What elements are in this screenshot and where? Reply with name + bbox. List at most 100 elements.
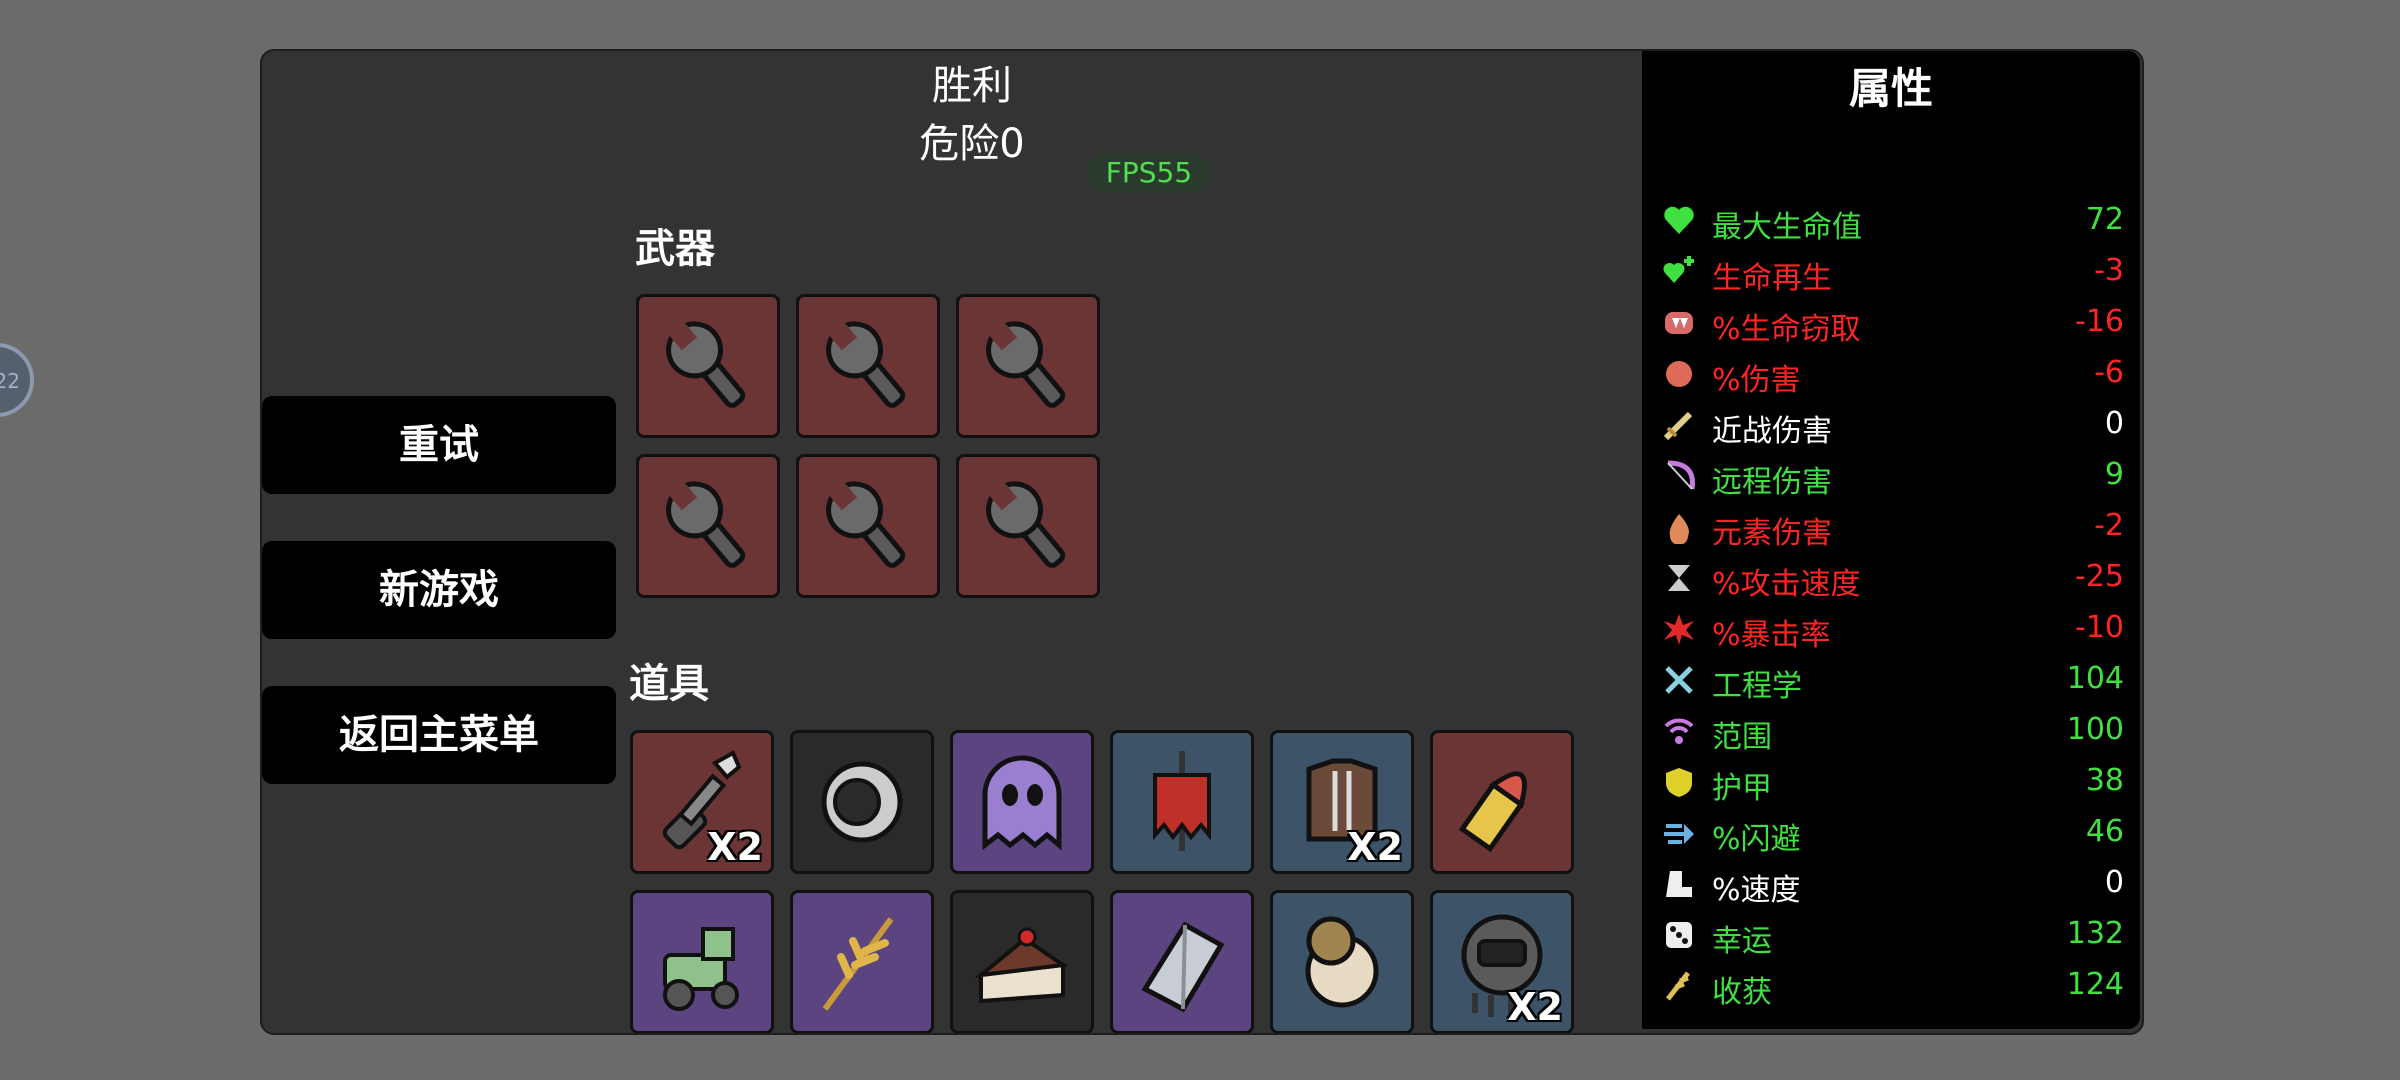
stat-name: 近战伤害 <box>1712 414 1832 449</box>
stat-value: 0 <box>2104 406 2124 441</box>
stat-row[interactable]: 范围 100 <box>1662 706 2124 756</box>
item-slot[interactable] <box>1270 890 1414 1033</box>
stat-value: 132 <box>2066 916 2124 951</box>
stat-row[interactable]: %伤害 -6 <box>1662 349 2124 399</box>
weapons-title: 武器 <box>635 226 715 272</box>
item-slot[interactable] <box>790 730 934 874</box>
stat-name: %生命窃取 <box>1712 312 1861 347</box>
item-slot[interactable]: X2 <box>1430 890 1574 1033</box>
harvest-icon <box>1666 971 1690 1001</box>
stat-row[interactable]: 元素伤害 -2 <box>1662 502 2124 552</box>
item-slot[interactable]: X2 <box>630 730 774 874</box>
item-slot[interactable] <box>790 890 934 1033</box>
side-badge-text: 22 <box>0 369 20 393</box>
stats-panel: 属性 最大生命值 72 生命再生 -3 %生命窃取 -16 %伤害 -6 近战伤害 0 远程伤害 9 元… <box>1642 51 2140 1029</box>
weapon-slot[interactable] <box>636 294 780 438</box>
item-slot[interactable] <box>950 890 1094 1033</box>
stat-name: 工程学 <box>1712 669 1802 704</box>
stat-name: 范围 <box>1712 720 1772 755</box>
weapon-slot[interactable] <box>796 454 940 598</box>
stat-name: 最大生命值 <box>1712 210 1862 245</box>
wrench-icon <box>824 477 906 568</box>
item-quantity: X2 <box>707 825 763 869</box>
main-menu-button[interactable]: 返回主菜单 <box>262 686 616 784</box>
stat-name: %闪避 <box>1712 822 1801 857</box>
stat-name: 生命再生 <box>1712 261 1832 296</box>
weapon-slot[interactable] <box>636 454 780 598</box>
new-game-button[interactable]: 新游戏 <box>262 541 616 639</box>
item-slot[interactable] <box>950 730 1094 874</box>
stat-row[interactable]: %闪避 46 <box>1662 808 2124 858</box>
stat-row[interactable]: 近战伤害 0 <box>1662 400 2124 450</box>
stat-row[interactable]: 生命再生 -3 <box>1662 247 2124 297</box>
side-badge[interactable]: 22 <box>0 343 34 417</box>
stat-name: 元素伤害 <box>1712 516 1832 551</box>
stat-row[interactable]: %暴击率 -10 <box>1662 604 2124 654</box>
stat-row[interactable]: 护甲 38 <box>1662 757 2124 807</box>
weapon-slot[interactable] <box>796 294 940 438</box>
item-slot[interactable] <box>630 890 774 1033</box>
stat-row[interactable]: %生命窃取 -16 <box>1662 298 2124 348</box>
stat-row[interactable]: %速度 0 <box>1662 859 2124 909</box>
weapon-slot[interactable] <box>956 294 1100 438</box>
stat-name: %速度 <box>1712 873 1801 908</box>
stat-value: 72 <box>2085 202 2124 237</box>
heart-icon <box>1664 206 1694 234</box>
compass-icon <box>1305 916 1379 1008</box>
sword-icon <box>1663 411 1693 441</box>
bullet-icon <box>1458 771 1527 853</box>
crit-icon <box>1664 614 1694 645</box>
item-slot[interactable] <box>1110 730 1254 874</box>
stat-value: -10 <box>2075 610 2124 645</box>
wrench-icon <box>984 477 1066 568</box>
stat-value: 9 <box>2104 457 2124 492</box>
wheat-icon <box>822 917 894 1011</box>
weapon-slot[interactable] <box>956 454 1100 598</box>
range-icon <box>1664 718 1694 744</box>
item-slot[interactable]: X2 <box>1270 730 1414 874</box>
stat-value: 124 <box>2066 967 2124 1002</box>
stat-value: -6 <box>2094 355 2124 390</box>
stat-name: 收获 <box>1712 975 1772 1010</box>
wrench-icon <box>664 477 746 568</box>
stat-row[interactable]: 幸运 132 <box>1662 910 2124 960</box>
cake-icon <box>974 927 1069 1004</box>
dodge-icon <box>1664 824 1694 844</box>
stat-name: 护甲 <box>1712 771 1772 806</box>
item-slot[interactable] <box>1430 730 1574 874</box>
wrench-icon <box>664 317 746 408</box>
flame-icon <box>1669 514 1689 544</box>
stat-row[interactable]: 远程伤害 9 <box>1662 451 2124 501</box>
bow-icon <box>1667 460 1695 490</box>
ring-icon <box>821 761 903 843</box>
stat-value: -3 <box>2094 253 2124 288</box>
item-quantity: X2 <box>1347 825 1403 869</box>
tractor-icon <box>663 927 739 1011</box>
stat-name: %攻击速度 <box>1712 567 1861 602</box>
wrench-icon <box>984 317 1066 408</box>
boot-icon <box>1666 871 1692 897</box>
stat-row[interactable]: 最大生命值 72 <box>1662 196 2124 246</box>
retry-button[interactable]: 重试 <box>262 396 616 494</box>
tools-icon <box>1665 666 1693 694</box>
hourglass-icon <box>1668 565 1690 591</box>
stat-row[interactable]: %攻击速度 -25 <box>1662 553 2124 603</box>
stat-value: 104 <box>2066 661 2124 696</box>
banner-icon <box>1153 751 1211 851</box>
fps-counter: FPS55 <box>1087 153 1211 193</box>
stat-name: %暴击率 <box>1712 618 1831 653</box>
stat-row[interactable]: 收获 124 <box>1662 961 2124 1011</box>
stat-row[interactable]: 工程学 104 <box>1662 655 2124 705</box>
item-slot[interactable] <box>1110 890 1254 1033</box>
items-title: 道具 <box>629 661 709 707</box>
stat-value: 46 <box>2085 814 2124 849</box>
result-title: 胜利 <box>932 63 1012 109</box>
item-quantity: X2 <box>1507 985 1563 1029</box>
stat-name: 幸运 <box>1712 924 1772 959</box>
stat-value: 100 <box>2066 712 2124 747</box>
regen-icon <box>1663 256 1694 283</box>
danger-level: 危险0 <box>919 121 1025 167</box>
dice-icon <box>1666 922 1692 948</box>
ghost-icon <box>982 755 1062 851</box>
stat-value: -2 <box>2094 508 2124 543</box>
